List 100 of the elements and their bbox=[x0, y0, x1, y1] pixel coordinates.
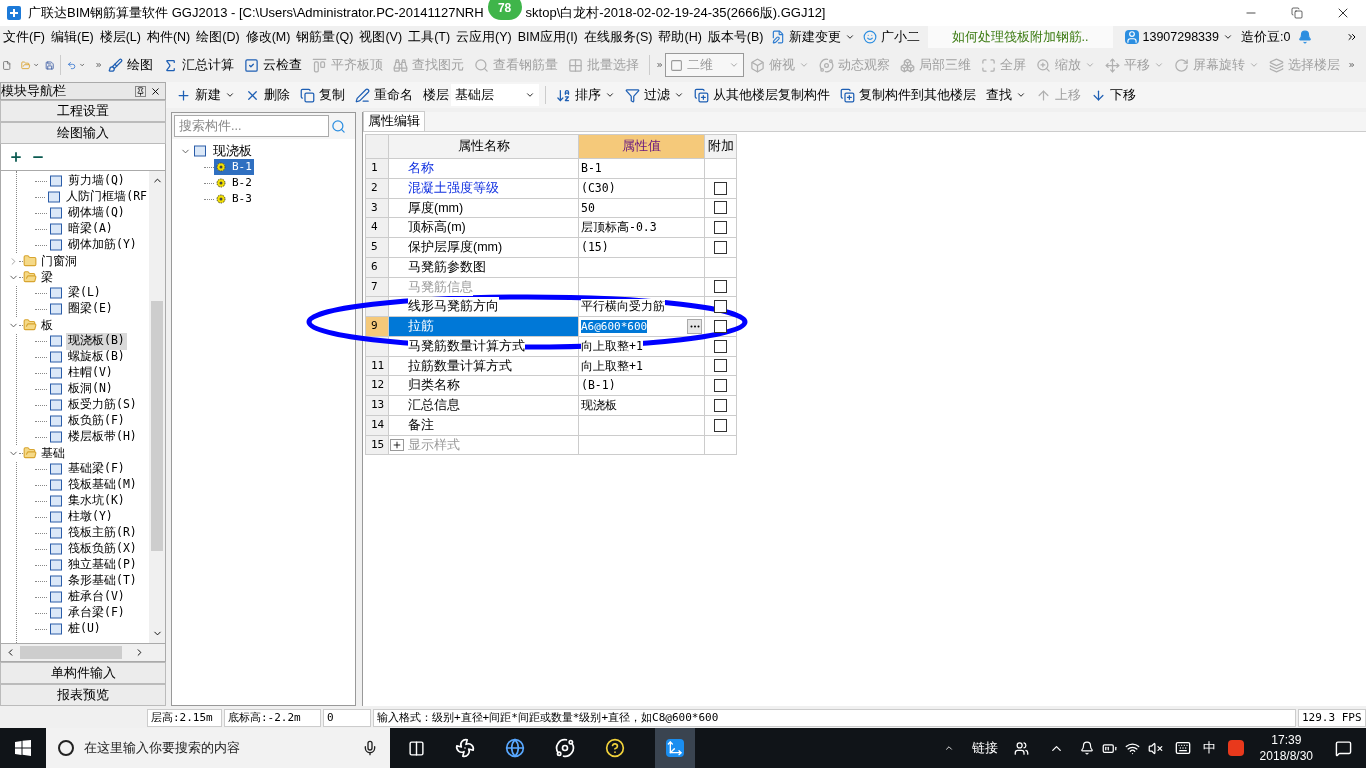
floor-select[interactable]: 基础层 bbox=[451, 84, 539, 106]
checkbox[interactable] bbox=[714, 201, 727, 215]
tree-folder[interactable]: 基础 bbox=[41, 444, 65, 462]
menu-item[interactable]: 帮助(H) bbox=[655, 26, 705, 48]
checkbox[interactable] bbox=[714, 300, 727, 314]
tree-item[interactable]: 筏板基础(M) bbox=[66, 476, 139, 494]
people-icon[interactable] bbox=[1013, 740, 1029, 756]
tree-item[interactable]: B-1 bbox=[214, 159, 254, 175]
tree-item[interactable]: 条形基础(T) bbox=[66, 572, 139, 590]
section-button[interactable]: 绘图输入 bbox=[0, 122, 166, 144]
expand-all-icon[interactable] bbox=[9, 150, 23, 164]
tree-item[interactable]: 板受力筋(S) bbox=[66, 396, 139, 414]
checkbox[interactable] bbox=[714, 240, 727, 254]
close-icon[interactable] bbox=[150, 85, 161, 97]
tree-item[interactable]: 暗梁(A) bbox=[66, 220, 115, 238]
toolbar-button[interactable]: 云检查 bbox=[240, 54, 307, 76]
keyboard-icon[interactable] bbox=[1174, 740, 1191, 756]
tree-item[interactable]: 砌体墙(Q) bbox=[66, 204, 127, 222]
checkbox[interactable] bbox=[714, 398, 727, 412]
checkbox[interactable] bbox=[714, 319, 727, 333]
search-icon[interactable] bbox=[331, 118, 346, 134]
tree-item[interactable]: 桩承台(V) bbox=[66, 588, 127, 606]
toolbar-button[interactable]: 过滤 bbox=[621, 84, 688, 106]
pin-icon[interactable] bbox=[135, 85, 146, 97]
clock[interactable]: 17:39 2018/8/30 bbox=[1259, 732, 1313, 764]
app-icon[interactable] bbox=[655, 728, 695, 768]
menu-item[interactable]: 在线服务(S) bbox=[580, 26, 656, 48]
swirl-icon[interactable] bbox=[555, 738, 575, 758]
task-view-icon[interactable] bbox=[408, 739, 425, 757]
checkbox[interactable] bbox=[714, 359, 727, 373]
menu-item[interactable]: 构件(N) bbox=[143, 26, 194, 48]
tree-item[interactable]: 柱帽(V) bbox=[66, 364, 115, 382]
bell-icon[interactable] bbox=[1079, 741, 1094, 755]
menu-item[interactable]: 绘图(D) bbox=[193, 26, 243, 48]
tree-item[interactable]: 砌体加筋(Y) bbox=[66, 236, 139, 254]
menu-item[interactable]: 钢筋量(Q) bbox=[293, 26, 357, 48]
fan-icon[interactable] bbox=[455, 738, 475, 758]
toolbar-button[interactable]: 排序 bbox=[552, 84, 619, 106]
section-button[interactable]: 单构件输入 bbox=[0, 662, 166, 684]
account-button[interactable]: 13907298339 bbox=[1120, 26, 1237, 48]
wifi-icon[interactable] bbox=[1124, 740, 1140, 756]
checkbox[interactable] bbox=[714, 221, 727, 235]
toolbar-button[interactable]: 重命名 bbox=[351, 84, 417, 106]
scrollbar[interactable] bbox=[0, 644, 166, 662]
start-icon[interactable] bbox=[15, 740, 31, 756]
volume-icon[interactable] bbox=[1147, 740, 1163, 756]
toolbar-button[interactable]: 绘图 bbox=[104, 54, 158, 76]
tree-item[interactable]: 螺旋板(B) bbox=[66, 348, 127, 366]
column-header[interactable]: 附加 bbox=[704, 134, 737, 159]
checkbox[interactable] bbox=[714, 181, 727, 195]
toolbar-button[interactable]: 查找 bbox=[982, 84, 1030, 106]
menu-item[interactable]: 工具(T) bbox=[405, 26, 454, 48]
tree-folder[interactable]: 板 bbox=[41, 316, 53, 334]
tree-item[interactable]: 板洞(N) bbox=[66, 380, 115, 398]
taskbar-search[interactable]: 在这里输入你要搜索的内容 bbox=[46, 728, 390, 768]
tree-item[interactable]: B-2 bbox=[214, 175, 254, 191]
tree-item[interactable]: 剪力墙(Q) bbox=[66, 172, 127, 190]
tree-item[interactable]: B-3 bbox=[214, 191, 254, 207]
tree-item[interactable]: 筏板负筋(X) bbox=[66, 540, 139, 558]
tree-item[interactable]: 梁(L) bbox=[66, 284, 103, 302]
toolbar-button[interactable]: 汇总计算 bbox=[159, 54, 239, 76]
menu-item[interactable]: 新建变更 bbox=[766, 26, 859, 48]
expander-icon[interactable] bbox=[390, 438, 404, 451]
microphone-icon[interactable] bbox=[362, 740, 378, 756]
checkbox[interactable] bbox=[714, 280, 727, 294]
menu-item[interactable]: 修改(M) bbox=[242, 26, 294, 48]
tree-folder[interactable]: 梁 bbox=[41, 268, 53, 286]
checkbox[interactable] bbox=[714, 339, 727, 353]
browser-icon[interactable] bbox=[505, 738, 525, 758]
toolbar-button[interactable]: 新建 bbox=[172, 84, 239, 106]
tree-item[interactable]: 柱墩(Y) bbox=[66, 508, 115, 526]
column-header[interactable]: 属性名称 bbox=[388, 134, 579, 159]
menu-item[interactable]: 版本号(B) bbox=[704, 26, 767, 48]
tree-item[interactable]: 独立基础(P) bbox=[66, 556, 139, 574]
tree-folder[interactable]: 现浇板 bbox=[213, 141, 252, 161]
help-icon[interactable] bbox=[605, 738, 625, 758]
notifications-icon[interactable] bbox=[1335, 739, 1352, 757]
section-button[interactable]: 工程设置 bbox=[0, 100, 166, 122]
overflow-icon[interactable] bbox=[1346, 31, 1358, 43]
checkbox[interactable] bbox=[714, 379, 727, 393]
tree-item[interactable]: 圈梁(E) bbox=[66, 300, 115, 318]
search-field[interactable]: 搜索构件... bbox=[174, 115, 329, 137]
tip-banner[interactable]: 如何处理筏板附加钢筋.. bbox=[927, 26, 1113, 48]
toolbar-button[interactable]: 删除 bbox=[241, 84, 294, 106]
toolbar-button[interactable]: 复制 bbox=[296, 84, 349, 106]
scroll-up-icon[interactable] bbox=[943, 743, 954, 753]
toolbar-button[interactable]: 下移 bbox=[1087, 84, 1140, 106]
tab[interactable]: 属性编辑 bbox=[363, 111, 425, 131]
more-button[interactable] bbox=[687, 318, 702, 334]
tree-item[interactable]: 楼层板带(H) bbox=[66, 428, 139, 446]
menu-item[interactable]: 楼层(L) bbox=[96, 26, 144, 48]
tree-item[interactable]: 人防门框墙(RF bbox=[64, 188, 149, 206]
sogou-icon[interactable] bbox=[1227, 740, 1244, 756]
toolbar-label[interactable]: 链接 bbox=[971, 738, 998, 758]
scrollbar[interactable] bbox=[149, 171, 165, 643]
tree-item[interactable]: 筏板主筋(R) bbox=[66, 524, 139, 542]
tree-item[interactable]: 板负筋(F) bbox=[66, 412, 127, 430]
menu-item[interactable]: 云应用(Y) bbox=[453, 26, 515, 48]
section-button[interactable]: 报表预览 bbox=[0, 684, 166, 706]
menu-item[interactable]: 视图(V) bbox=[356, 26, 406, 48]
